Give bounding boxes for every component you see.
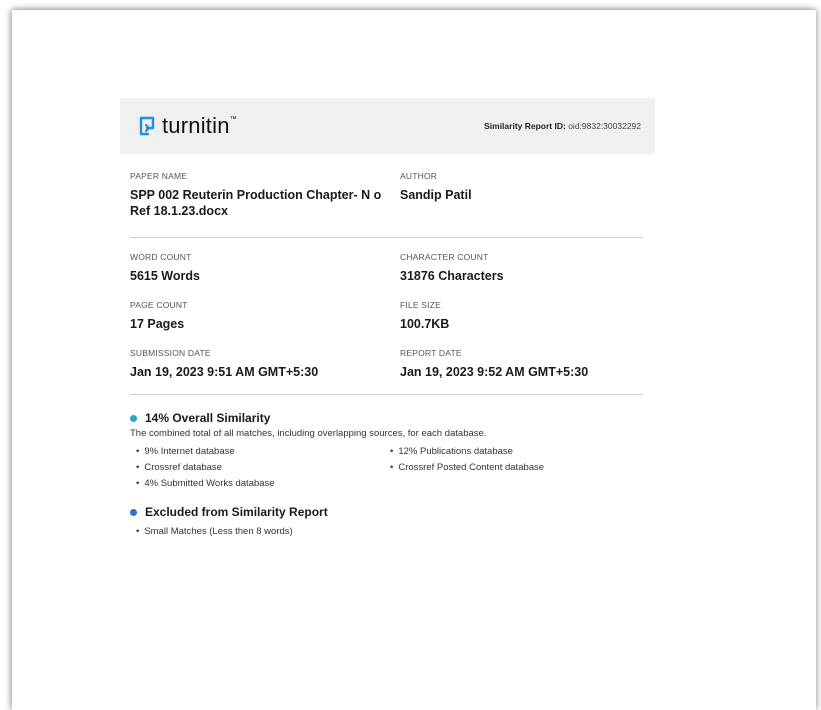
list-item: 9% Internet database [136,446,390,457]
file-size-label: FILE SIZE [400,300,442,310]
author-label: AUTHOR [400,171,438,181]
report-date-label: REPORT DATE [400,348,462,358]
character-count: 31876 Characters [400,269,504,283]
list-item: Small Matches (Less then 8 words) [136,526,390,537]
submission-date: Jan 19, 2023 9:51 AM GMT+5:30 [130,365,319,379]
list-item: 12% Publications database [390,446,650,457]
overall-similarity-section: 14% Overall Similarity The combined tota… [120,411,655,489]
excluded-title: Excluded from Similarity Report [145,505,328,519]
turnitin-logo: turnitin™ [138,113,237,139]
similarity-description: The combined total of all matches, inclu… [130,428,487,439]
overall-similarity-heading: 14% Overall Similarity [130,411,645,425]
similarity-report-id: Similarity Report ID: oid:9832:30032292 [484,121,641,131]
excluded-heading: Excluded from Similarity Report [130,505,645,519]
paper-stats: WORD COUNT 5615 Words CHARACTER COUNT 31… [120,252,655,380]
excluded-list: Small Matches (Less then 8 words) [130,526,645,537]
submission-date-label: SUBMISSION DATE [130,348,211,358]
report-date: Jan 19, 2023 9:52 AM GMT+5:30 [400,365,589,379]
word-count-label: WORD COUNT [130,252,192,262]
divider [130,237,643,238]
similarity-dot-icon [130,414,137,422]
page-count-label: PAGE COUNT [130,300,188,310]
report-id-value: oid:9832:30032292 [568,121,641,131]
brand-name: turnitin™ [162,113,237,138]
report-header: turnitin™ Similarity Report ID: oid:9832… [120,98,655,154]
character-count-label: CHARACTER COUNT [400,252,489,262]
excluded-dot-icon [130,508,137,516]
paper-metadata: PAPER NAME SPP 002 Reuterin Production C… [120,171,655,219]
paper-name: SPP 002 Reuterin Production Chapter- N o… [130,188,382,218]
divider [130,394,643,395]
report-content: turnitin™ Similarity Report ID: oid:9832… [120,98,655,537]
excluded-section: Excluded from Similarity Report Small Ma… [120,505,655,537]
overall-similarity-title: 14% Overall Similarity [145,411,271,425]
document-page: turnitin™ Similarity Report ID: oid:9832… [12,10,816,710]
author-name: Sandip Patil [400,188,472,202]
word-count: 5615 Words [130,269,200,283]
turnitin-logo-icon [139,116,155,136]
paper-name-label: PAPER NAME [130,171,188,181]
list-item: Crossref Posted Content database [390,462,650,473]
list-item: 4% Submitted Works database [136,478,390,489]
report-id-label: Similarity Report ID: [484,121,566,131]
list-item: Crossref database [136,462,390,473]
page-count: 17 Pages [130,317,185,331]
similarity-database-list: 9% Internet database 12% Publications da… [130,446,645,489]
file-size: 100.7KB [400,317,450,331]
